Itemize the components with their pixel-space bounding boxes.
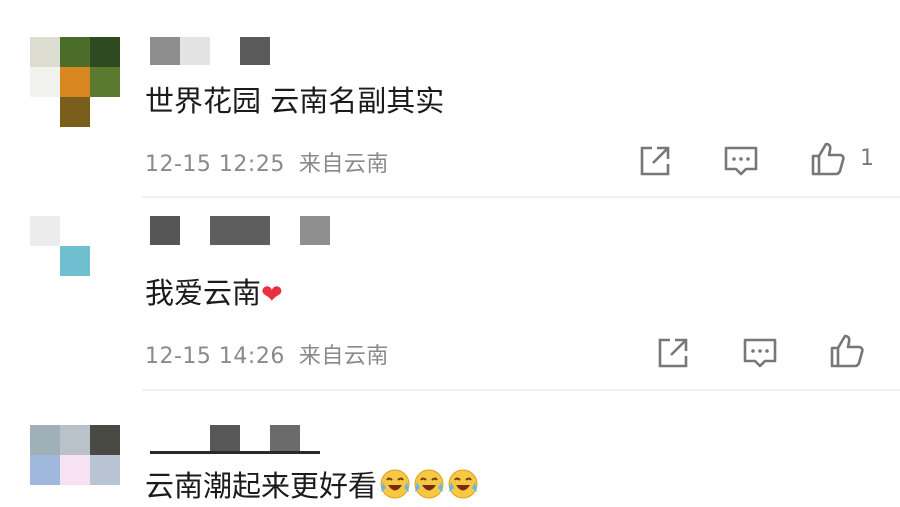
crying-laughing-emoji bbox=[380, 469, 410, 499]
crying-laughing-emoji bbox=[414, 469, 444, 499]
comment-text: 云南潮起来更好看 bbox=[145, 468, 479, 503]
username[interactable] bbox=[150, 425, 320, 455]
crying-laughing-emoji bbox=[448, 469, 478, 499]
avatar[interactable] bbox=[30, 425, 120, 507]
comment-text-body: 云南潮起来更好看 bbox=[145, 469, 378, 503]
comment-item: 云南潮起来更好看 bbox=[0, 0, 900, 507]
